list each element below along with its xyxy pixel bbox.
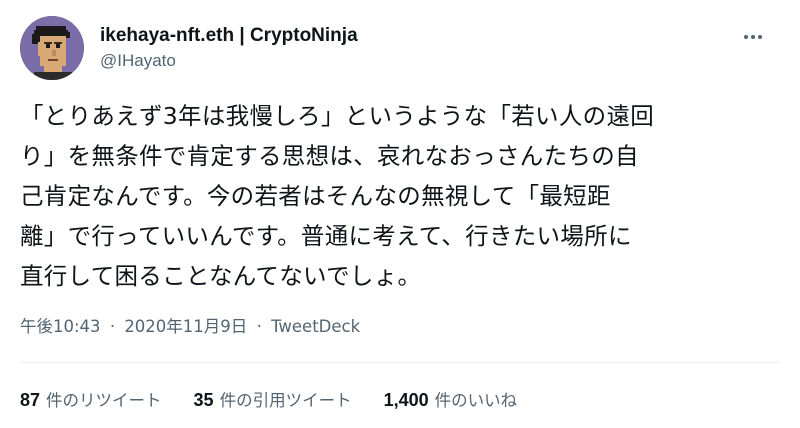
meta-separator: · — [109, 317, 116, 336]
author-handle[interactable]: @IHayato — [100, 50, 358, 72]
tweet-date[interactable]: 2020年11月9日 — [124, 317, 247, 336]
tweet-text-line: り」を無条件で肯定する思想は、哀れなおっさんたちの自 — [20, 142, 639, 170]
meta-separator: · — [256, 317, 262, 336]
tweet-time[interactable]: 午後10:43 — [20, 317, 101, 336]
retweets-stat[interactable]: 87 件のリツイート — [20, 387, 162, 411]
more-options-button[interactable] — [736, 20, 770, 54]
divider — [20, 362, 780, 363]
author-names: ikehaya-nft.eth | CryptoNinja @IHayato — [100, 24, 358, 72]
retweets-label: 件のリツイート — [46, 391, 162, 410]
tweet-text-line: 己肯定なんです。今の若者はそんなの無視して「最短距 — [20, 182, 611, 210]
tweet-meta: 午後10:43 · 2020年11月9日 · TweetDeck — [20, 315, 360, 339]
tweet-stats: 87 件のリツイート 35 件の引用ツイート 1,400 件のいいね — [20, 384, 549, 414]
pixel-art-ninja-avatar-icon — [20, 16, 84, 80]
retweets-count: 87 — [20, 390, 41, 410]
tweet-text-line: 直行して困ることなんてないでしょ。 — [20, 262, 422, 290]
tweet-text-line: 「とりあえず3年は我慢しろ」というような「若い人の遠回 — [20, 102, 655, 130]
tweet-header: ikehaya-nft.eth | CryptoNinja @IHayato — [20, 14, 780, 84]
tweet-text-line: 離」で行っていいんです。普通に考えて、行きたい場所に — [20, 222, 632, 250]
more-options-icon — [744, 35, 762, 39]
tweet-text: 「とりあえず3年は我慢しろ」というような「若い人の遠回 り」を無条件で肯定する思… — [20, 96, 780, 296]
author-display-name[interactable]: ikehaya-nft.eth | CryptoNinja — [100, 24, 358, 48]
quotes-stat[interactable]: 35 件の引用ツイート — [194, 387, 352, 411]
likes-stat[interactable]: 1,400 件のいいね — [384, 387, 518, 411]
tweet-source-link[interactable]: TweetDeck — [271, 317, 360, 336]
avatar[interactable] — [20, 16, 84, 80]
likes-count: 1,400 — [383, 390, 429, 410]
quotes-count: 35 — [193, 390, 214, 410]
likes-label: 件のいいね — [434, 391, 518, 410]
quotes-label: 件の引用ツイート — [219, 391, 352, 410]
tweet-card: ikehaya-nft.eth | CryptoNinja @IHayato 「… — [0, 0, 800, 428]
